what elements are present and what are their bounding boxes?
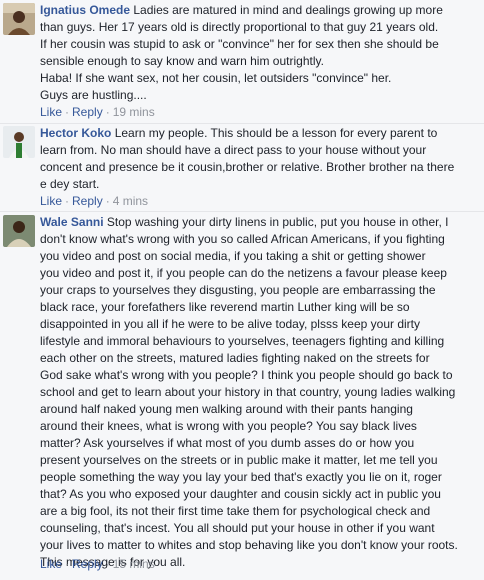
comment-author[interactable]: Hector Koko bbox=[40, 126, 111, 140]
separator: · bbox=[65, 557, 70, 571]
comment-first-line: Wale Sanni Stop washing your dirty linen… bbox=[40, 214, 482, 231]
comment-line: present yourselves on the streets or in … bbox=[40, 453, 438, 467]
comment-line: your lives to matter to whites and stop … bbox=[40, 538, 458, 552]
comment-line: school and get to learn about your histo… bbox=[40, 385, 456, 399]
avatar[interactable] bbox=[3, 215, 35, 247]
separator: · bbox=[105, 194, 110, 208]
timestamp[interactable]: 19 mins bbox=[113, 105, 155, 119]
separator: · bbox=[65, 105, 70, 119]
comment-line: matter? Ask yourselves if what most of y… bbox=[40, 436, 415, 450]
like-link[interactable]: Like bbox=[40, 105, 62, 119]
avatar[interactable] bbox=[3, 3, 35, 35]
separator: · bbox=[105, 105, 110, 119]
comment-line: don't know what's wrong with you so call… bbox=[40, 232, 445, 246]
reply-link[interactable]: Reply bbox=[72, 105, 103, 119]
avatar[interactable] bbox=[3, 126, 35, 158]
comment-line: you video and post on social media, if y… bbox=[40, 249, 426, 263]
timestamp[interactable]: 4 mins bbox=[113, 194, 148, 208]
avatar-image-icon bbox=[3, 215, 35, 247]
comment-line: Guys are hustling.... bbox=[40, 88, 147, 102]
timestamp[interactable]: 15 mins bbox=[113, 557, 155, 571]
comment-text: Ignatius Omede Ladies are matured in min… bbox=[40, 2, 482, 104]
comment-line: concent and presence be it cousin,brothe… bbox=[40, 160, 455, 174]
comment-line: lifestyle and immoral behaviours to your… bbox=[40, 334, 445, 348]
comment-line: disappointed in you all if he were to be… bbox=[40, 317, 420, 331]
comment-line: are a big fool, its not their first time… bbox=[40, 504, 431, 518]
comment-author[interactable]: Ignatius Omede bbox=[40, 3, 130, 17]
comment-line: Learn my people. This should be a lesson… bbox=[114, 126, 438, 140]
avatar-image-icon bbox=[3, 3, 35, 35]
comment-actions: Like · Reply · 4 mins bbox=[40, 193, 148, 210]
comment-3: Wale Sanni Stop washing your dirty linen… bbox=[0, 212, 484, 580]
comment-line: than guys. Her 17 years old is directly … bbox=[40, 20, 439, 34]
comment-line: that? As you who exposed your daughter a… bbox=[40, 487, 441, 501]
comment-actions: Like · Reply · 15 mins bbox=[40, 556, 155, 573]
comment-line: God sake what's wrong with you people? I… bbox=[40, 368, 453, 382]
comment-1: Ignatius Omede Ladies are matured in min… bbox=[0, 0, 484, 124]
comment-line: around half naked young men walking arou… bbox=[40, 402, 413, 416]
comment-actions: Like · Reply · 19 mins bbox=[40, 104, 155, 121]
avatar-image-icon bbox=[3, 126, 35, 158]
reply-link[interactable]: Reply bbox=[72, 194, 103, 208]
comment-line: you video and post it, if you people can… bbox=[40, 266, 447, 280]
comment-line: learn from. No man should have a direct … bbox=[40, 143, 427, 157]
comment-author[interactable]: Wale Sanni bbox=[40, 215, 104, 229]
comment-line: If her cousin was stupid to ask or "conv… bbox=[40, 37, 439, 51]
comment-line: Haba! If she want sex, not her cousin, l… bbox=[40, 71, 392, 85]
comment-line: Stop washing your dirty linens in public… bbox=[106, 215, 449, 229]
separator: · bbox=[65, 194, 70, 208]
comment-2: Hector Koko Learn my people. This should… bbox=[0, 124, 484, 212]
comment-line: around their knees, what is wrong with y… bbox=[40, 419, 417, 433]
comment-line: your craps to yourselves they disgusting… bbox=[40, 283, 436, 297]
like-link[interactable]: Like bbox=[40, 194, 62, 208]
separator: · bbox=[105, 557, 110, 571]
comment-first-line: Ignatius Omede Ladies are matured in min… bbox=[40, 2, 482, 19]
comment-line: black race, your forefathers like revere… bbox=[40, 300, 410, 314]
reply-link[interactable]: Reply bbox=[72, 557, 103, 571]
comment-text: Hector Koko Learn my people. This should… bbox=[40, 125, 482, 193]
comment-line: people something the way you lay your be… bbox=[40, 470, 442, 484]
comment-line: sensible enough to say know and warn him… bbox=[40, 54, 324, 68]
comment-line: e dey start. bbox=[40, 177, 100, 191]
comment-text: Wale Sanni Stop washing your dirty linen… bbox=[40, 214, 482, 571]
like-link[interactable]: Like bbox=[40, 557, 62, 571]
comment-line: each other on the streets, matured ladie… bbox=[40, 351, 430, 365]
comment-line: Ladies are matured in mind and dealings … bbox=[133, 3, 443, 17]
comment-line: counseling, that's incest. You all shoul… bbox=[40, 521, 435, 535]
comment-first-line: Hector Koko Learn my people. This should… bbox=[40, 125, 482, 142]
